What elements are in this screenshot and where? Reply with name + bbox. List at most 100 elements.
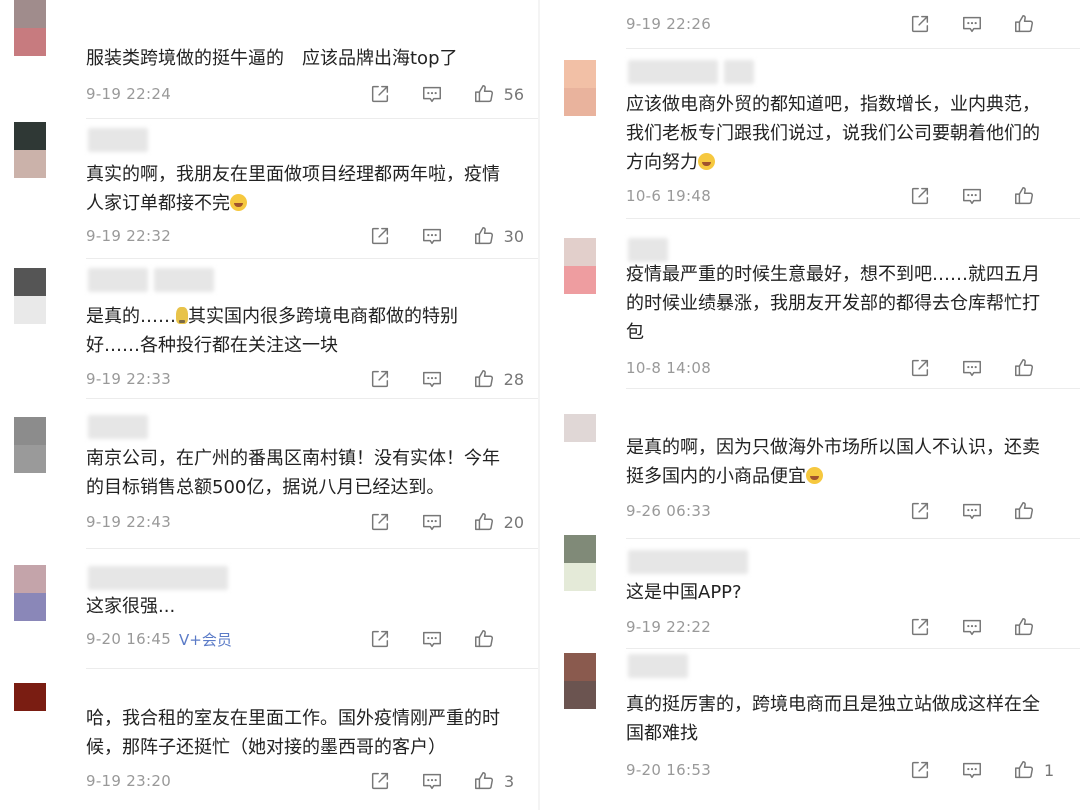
share-icon[interactable] [908, 184, 932, 208]
comment-icon[interactable] [960, 12, 984, 36]
comment-text-part: 应该做电商外贸的都知道吧，指数增长，业内典范，我们老板专门跟我们说过，说我们公司… [626, 94, 1040, 173]
comment-icon[interactable] [420, 627, 444, 651]
share-icon[interactable] [908, 615, 932, 639]
thumbs-up-icon[interactable] [1012, 12, 1036, 36]
thumbs-up-icon[interactable] [1012, 356, 1036, 380]
comment-item-partial: 9-19 22:26 [540, 0, 1080, 50]
comment-time: 9-20 16:45 [86, 630, 172, 648]
comment-item: 这家很强... 9-20 16:45 V+会员 [0, 550, 540, 670]
divider [86, 398, 540, 399]
thumbs-up-icon[interactable] [472, 627, 496, 651]
thumbs-up-icon[interactable] [472, 224, 496, 248]
thumbs-up-icon[interactable] [1012, 758, 1036, 782]
thumbs-up-icon[interactable] [472, 367, 496, 391]
comment-meta: 10-8 14:08 [626, 354, 1064, 382]
like-count: 3 [504, 771, 515, 791]
like-count: 28 [503, 369, 524, 389]
share-icon[interactable] [908, 499, 932, 523]
avatar[interactable] [14, 565, 46, 621]
thumbs-up-icon[interactable] [1012, 499, 1036, 523]
comment-meta: 9-19 22:24 56 [86, 80, 524, 108]
share-icon[interactable] [908, 758, 932, 782]
comment-text-part: 这是中国APP? [626, 582, 742, 603]
comment-text-part: 南京公司，在广州的番禺区南村镇！没有实体！今年的目标销售总额500亿，据说八月已… [86, 448, 500, 498]
comment-time: 9-19 22:33 [86, 370, 172, 388]
comment-actions [880, 12, 1064, 36]
thumbs-up-icon[interactable] [472, 769, 496, 793]
thumbs-up-icon[interactable] [472, 510, 496, 534]
comment-item: 哈，我合租的室友在里面工作。国外疫情刚严重的时候，那阵子还挺忙（她对接的墨西哥的… [0, 670, 540, 810]
comment-text: 这是中国APP? [626, 578, 1040, 607]
comment-actions [880, 615, 1064, 639]
comment-actions [880, 356, 1064, 380]
comment-item: 真的挺厉害的，跨境电商而且是独立站做成这样在全国都难找 9-20 16:53 1 [540, 650, 1080, 810]
thumbs-up-icon[interactable] [1012, 615, 1036, 639]
comment-actions: 3 [340, 769, 524, 793]
username-blurred[interactable] [88, 566, 228, 590]
share-icon[interactable] [368, 769, 392, 793]
comment-icon[interactable] [420, 224, 444, 248]
share-icon[interactable] [368, 510, 392, 534]
comment-icon[interactable] [960, 184, 984, 208]
comment-meta: 9-19 22:26 [626, 10, 1064, 38]
share-icon[interactable] [908, 12, 932, 36]
divider [86, 668, 540, 669]
username-blurred[interactable] [88, 128, 148, 152]
comment-icon[interactable] [420, 367, 444, 391]
username-blurred[interactable] [628, 654, 688, 678]
share-icon[interactable] [368, 627, 392, 651]
comment-icon[interactable] [960, 758, 984, 782]
comment-item: 这是中国APP? 9-19 22:22 [540, 535, 1080, 650]
comment-meta: 9-19 22:43 20 [86, 508, 524, 536]
comment-time: 9-19 23:20 [86, 772, 172, 790]
comment-meta: 9-19 23:20 3 [86, 767, 524, 795]
divider [626, 218, 1080, 219]
share-icon[interactable] [368, 82, 392, 106]
avatar[interactable] [564, 535, 596, 591]
right-comment-column: 9-19 22:26 应该做电商外贸的都知道吧，指数增长，业内典范，我们老板专门跟… [540, 0, 1080, 810]
share-icon[interactable] [908, 356, 932, 380]
thumbs-up-icon[interactable] [1012, 184, 1036, 208]
comment-time: 10-6 19:48 [626, 187, 712, 205]
avatar[interactable] [564, 414, 596, 470]
share-icon[interactable] [368, 367, 392, 391]
comment-actions: 1 [880, 758, 1064, 782]
comment-actions [880, 499, 1064, 523]
avatar[interactable] [14, 122, 46, 178]
avatar[interactable] [14, 417, 46, 473]
username-blurred[interactable] [88, 415, 148, 439]
avatar[interactable] [14, 0, 46, 56]
grin-sweat-emoji-icon [806, 467, 823, 484]
avatar[interactable] [14, 683, 46, 739]
comment-icon[interactable] [420, 769, 444, 793]
username-blurred[interactable] [628, 60, 754, 84]
comment-item: 是真的…… 其实国内很多跨境电商都做的特别好……各种投行都在关注这一块 9-19 2… [0, 260, 540, 400]
username-blurred[interactable] [628, 238, 668, 262]
thumbs-up-icon[interactable] [472, 82, 496, 106]
comment-item: 疫情最严重的时候生意最好，想不到吧……就四五月的时候业绩暴涨，我朋友开发部的都得… [540, 220, 1080, 390]
avatar[interactable] [564, 653, 596, 709]
divider [86, 118, 540, 119]
grin-sweat-emoji-icon [698, 153, 715, 170]
avatar[interactable] [564, 238, 596, 294]
comment-icon[interactable] [420, 510, 444, 534]
username-blurred[interactable] [628, 550, 748, 574]
avatar[interactable] [564, 60, 596, 116]
vip-badge[interactable]: V+会员 [179, 629, 232, 650]
lightbulb-emoji-icon [176, 307, 188, 324]
share-icon[interactable] [368, 224, 392, 248]
comment-text: 南京公司，在广州的番禺区南村镇！没有实体！今年的目标销售总额500亿，据说八月已… [86, 444, 500, 502]
comment-text: 服装类跨境做的挺牛逼的 应该品牌出海top了 [86, 44, 500, 73]
avatar[interactable] [14, 268, 46, 324]
comment-item: 应该做电商外贸的都知道吧，指数增长，业内典范，我们老板专门跟我们说过，说我们公司… [540, 50, 1080, 220]
comment-text-part: 真实的啊，我朋友在里面做项目经理都两年啦，疫情人家订单都接不完 [86, 164, 500, 214]
comment-actions: 28 [340, 367, 524, 391]
comment-icon[interactable] [960, 356, 984, 380]
comment-time: 9-26 06:33 [626, 502, 712, 520]
comment-icon[interactable] [960, 615, 984, 639]
username-blurred[interactable] [88, 268, 214, 292]
comment-icon[interactable] [960, 499, 984, 523]
comment-actions: 56 [340, 82, 524, 106]
comment-text-part: 真的挺厉害的，跨境电商而且是独立站做成这样在全国都难找 [626, 694, 1040, 744]
comment-icon[interactable] [420, 82, 444, 106]
